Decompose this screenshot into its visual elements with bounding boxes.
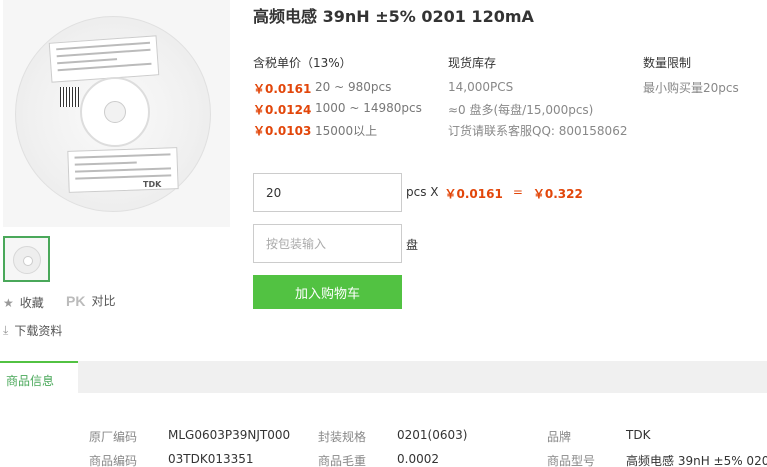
download-link[interactable]: ⤓ 下载资料 <box>3 322 62 339</box>
equals-sign: = <box>512 185 523 199</box>
compare-label: 对比 <box>91 294 116 308</box>
spec-value: 0201(0603) <box>397 428 468 442</box>
price-tier-row: ￥0.0124 1000 ~ 14980pcs <box>253 101 422 118</box>
min-purchase: 最小购买量20pcs <box>643 81 739 95</box>
qty-unit: pcs X <box>406 185 439 199</box>
package-input[interactable] <box>253 224 402 263</box>
detail-tabbar: 商品信息 <box>0 361 767 393</box>
calc-total: ￥0.322 <box>532 187 583 201</box>
spec-value: 03TDK013351 <box>168 452 254 466</box>
product-title: 高频电感 39nH ±5% 0201 120mA <box>253 7 534 26</box>
barcode <box>60 87 80 107</box>
limit-header: 数量限制 <box>643 56 692 70</box>
tdk-logo: TDK <box>143 180 162 189</box>
spec-value: MLG0603P39NJT000 <box>168 428 291 442</box>
spec-value: TDK <box>626 428 651 442</box>
stock-quantity: 14,000PCS <box>448 80 514 94</box>
spec-label: 封装规格 <box>318 430 367 444</box>
spec-value: 高频电感 39nH ±5% 0201... <box>626 454 767 467</box>
product-thumbnail[interactable] <box>3 236 50 282</box>
tier-range: 20 ~ 980pcs <box>315 80 392 94</box>
tier-price: ￥0.0124 <box>253 103 312 117</box>
quantity-input[interactable] <box>253 173 402 212</box>
add-to-cart-button[interactable]: 加入购物车 <box>253 275 402 309</box>
price-tier-row: ￥0.0161 20 ~ 980pcs <box>253 80 391 97</box>
spec-label: 商品编码 <box>89 454 138 467</box>
spec-value: 0.0002 <box>397 452 439 466</box>
tier-price: ￥0.0103 <box>253 124 312 138</box>
reel-hub <box>80 77 150 147</box>
download-icon: ⤓ <box>3 323 9 337</box>
price-calculation: pcs X ￥0.0161 = ￥0.322 <box>406 185 583 202</box>
product-main-image: TDK <box>3 0 230 227</box>
stock-header: 现货库存 <box>448 56 497 70</box>
tape-reel-image <box>15 16 211 212</box>
compare-link[interactable]: PK 对比 <box>66 292 115 309</box>
price-tier-row: ￥0.0103 15000以上 <box>253 122 377 139</box>
stock-reels: ≈0 盘多(每盘/15,000pcs) <box>448 103 594 117</box>
tab-product-info[interactable]: 商品信息 <box>0 361 78 393</box>
calc-unit-price: ￥0.0161 <box>444 187 503 201</box>
reel-label-top <box>48 35 160 83</box>
tier-range: 15000以上 <box>315 124 378 138</box>
download-label: 下载资料 <box>14 324 63 338</box>
spec-label: 商品毛重 <box>318 454 367 467</box>
reel-label-bottom <box>67 147 179 193</box>
spec-label: 商品型号 <box>547 454 596 467</box>
pk-icon: PK <box>66 292 86 309</box>
stock-contact: 订货请联系客服QQ: 800158062 <box>448 124 628 138</box>
tier-price: ￥0.0161 <box>253 82 312 96</box>
star-icon: ★ <box>3 295 14 310</box>
spec-label: 原厂编码 <box>89 430 138 444</box>
spec-label: 品牌 <box>547 430 572 444</box>
thumbnail-reel <box>13 246 41 274</box>
favorite-link[interactable]: ★ 收藏 <box>3 294 44 311</box>
tier-range: 1000 ~ 14980pcs <box>315 101 422 115</box>
price-header: 含税单价（13%） <box>253 56 352 70</box>
favorite-label: 收藏 <box>19 296 44 310</box>
package-unit: 盘 <box>406 238 419 252</box>
